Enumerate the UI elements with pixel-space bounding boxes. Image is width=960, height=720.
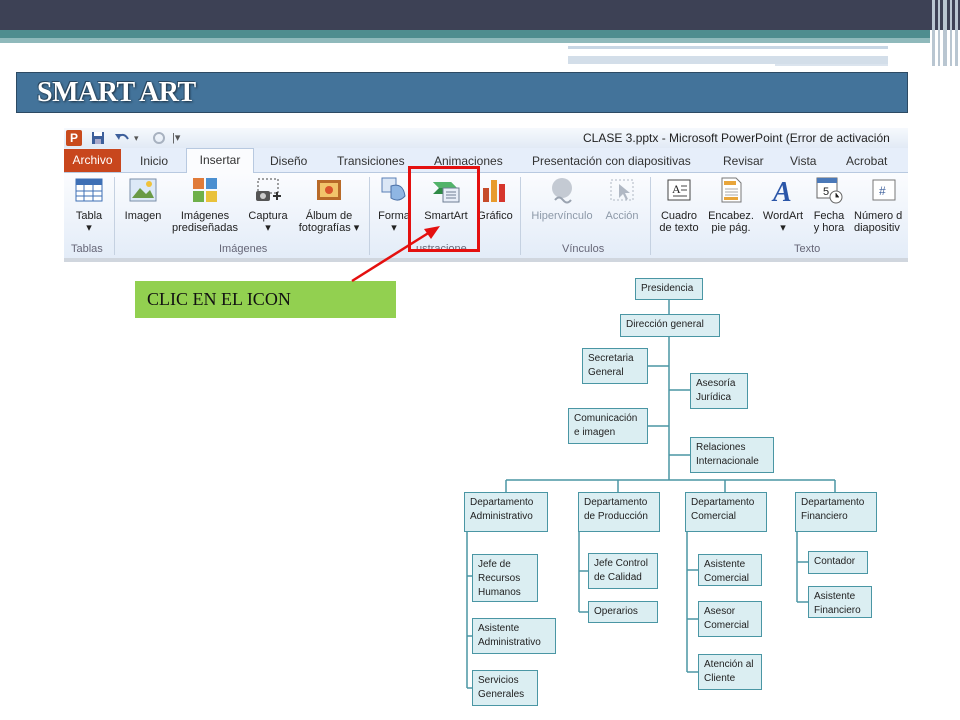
org-box-secretaria: Secretaria General — [582, 348, 648, 384]
org-box-dept-produccion: Departamento de Producción — [578, 492, 660, 532]
org-box-asistente-administrativo: Asistente Administrativo — [472, 618, 556, 654]
org-box-servicios-generales: Servicios Generales — [472, 670, 538, 706]
org-box-contador: Contador — [808, 551, 868, 574]
org-box-atencion-cliente: Atención al Cliente — [698, 654, 762, 690]
org-box-asistente-financiero: Asistente Financiero — [808, 586, 872, 618]
org-box-dept-administrativo: Departamento Administrativo — [464, 492, 548, 532]
org-box-jefe-rrhh: Jefe de Recursos Humanos — [472, 554, 538, 602]
org-box-operarios: Operarios — [588, 601, 658, 623]
org-box-asesor-comercial: Asesor Comercial — [698, 601, 762, 637]
org-box-relaciones: Relaciones Internacionale — [690, 437, 774, 473]
org-box-comunicacion: Comunicación e imagen — [568, 408, 648, 444]
org-box-presidencia: Presidencia — [635, 278, 703, 300]
org-box-asistente-comercial: Asistente Comercial — [698, 554, 762, 586]
org-box-dept-financiero: Departamento Financiero — [795, 492, 877, 532]
org-box-direccion-general: Dirección general — [620, 314, 720, 337]
org-box-asesoria: Asesoría Jurídica — [690, 373, 748, 409]
org-box-dept-comercial: Departamento Comercial — [685, 492, 767, 532]
org-box-jefe-control-calidad: Jefe Control de Calidad — [588, 553, 658, 589]
